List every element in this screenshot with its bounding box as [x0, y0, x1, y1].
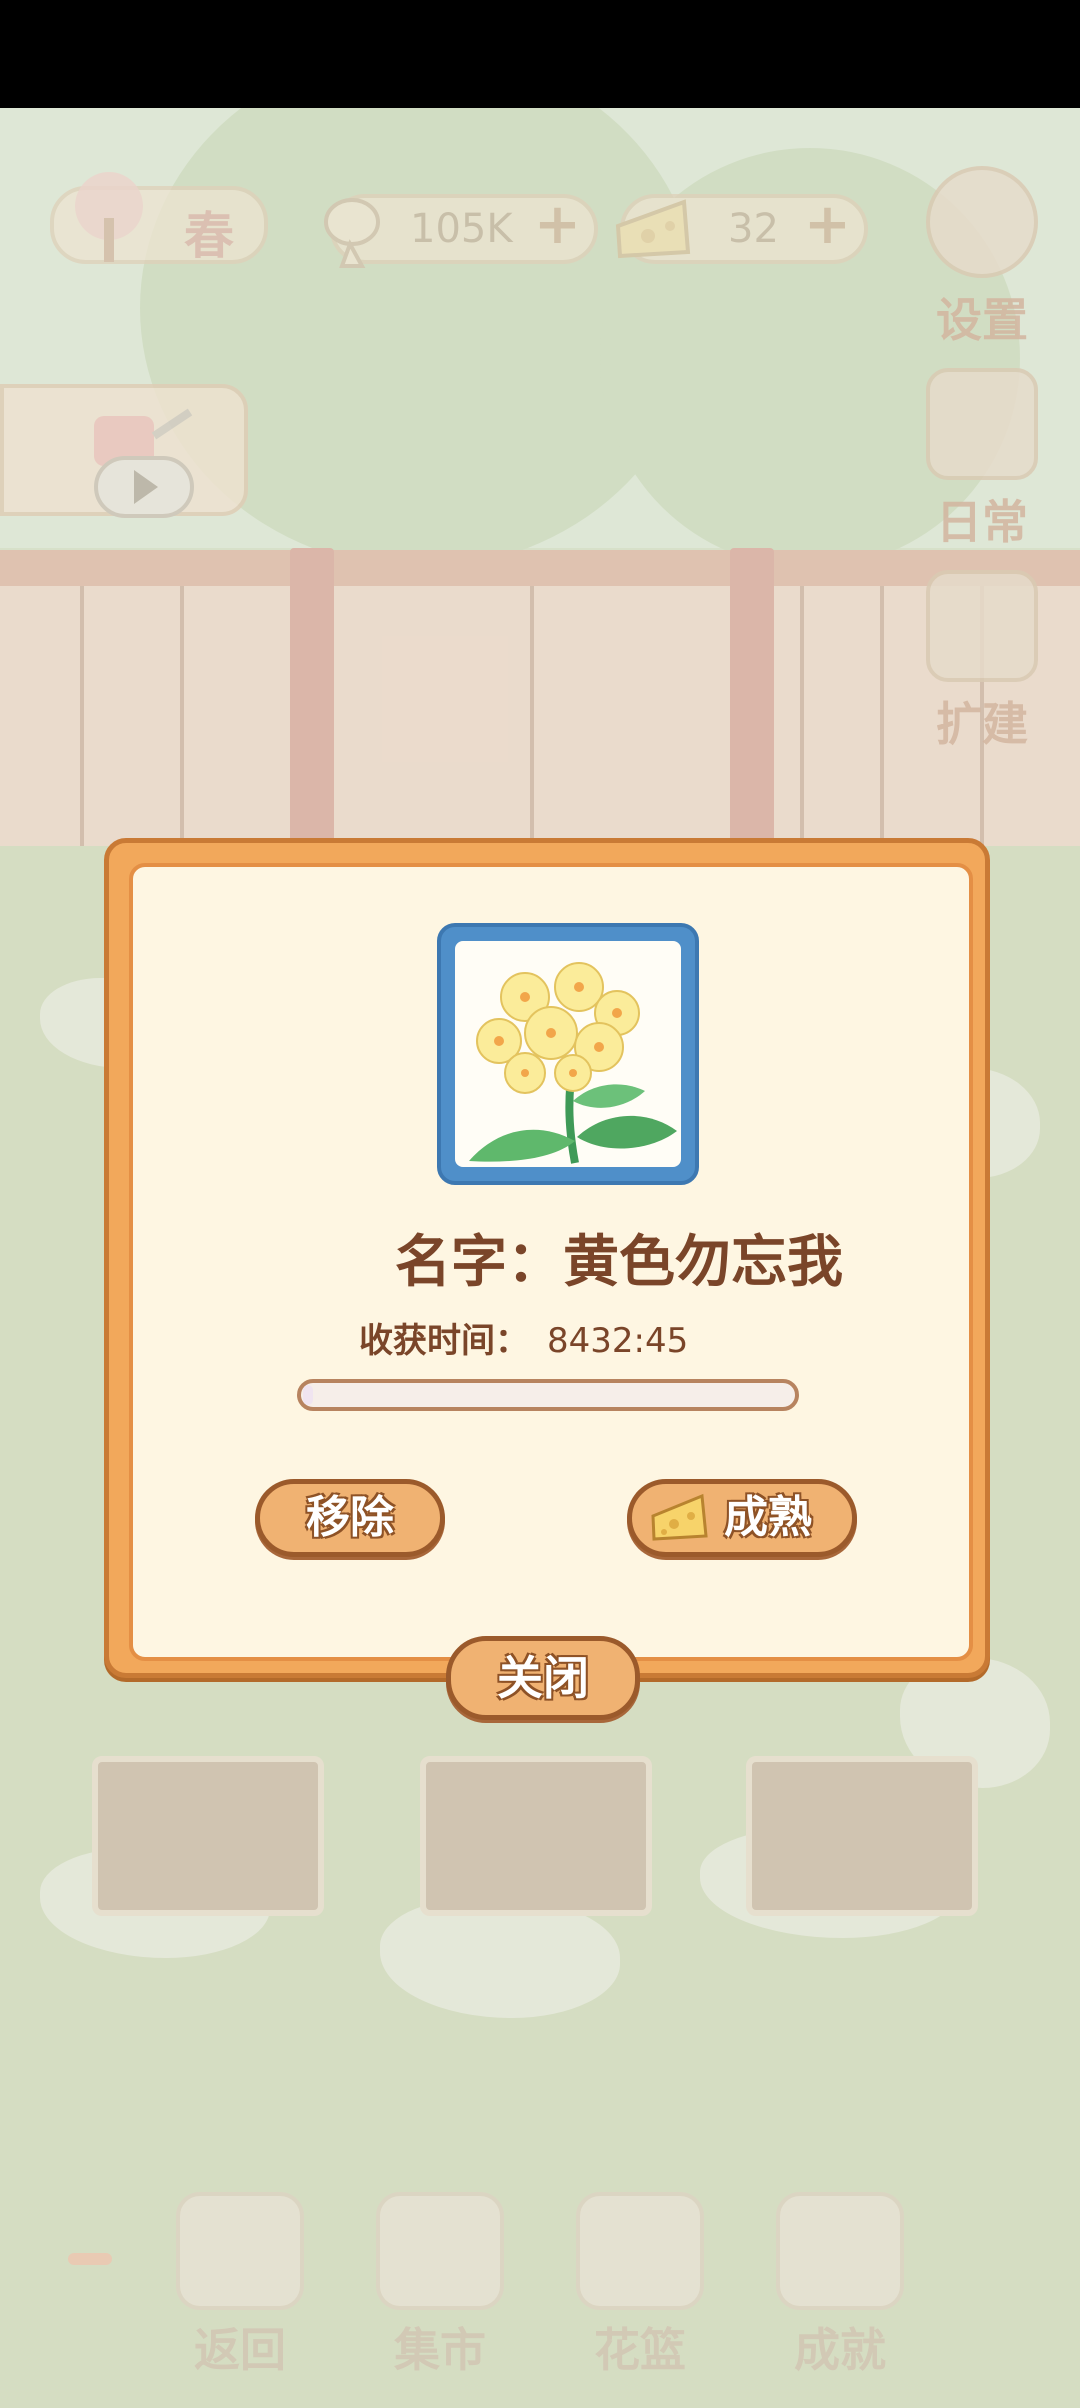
plant-image-frame [437, 923, 699, 1185]
close-button[interactable]: 关闭 [446, 1636, 640, 1720]
dialog-panel: 名字：黄色勿忘我 收获时间： 8432:45 移除 成熟 [129, 863, 973, 1661]
plant-name: 名字：黄色勿忘我 [395, 1230, 843, 1295]
plant-info-dialog: 名字：黄色勿忘我 收获时间： 8432:45 移除 成熟 [104, 838, 990, 1678]
harvest-time-label: 收获时间： [359, 1321, 529, 1361]
harvest-time-row: 收获时间： 8432:45 [359, 1313, 688, 1362]
cheese-icon [650, 1492, 710, 1542]
ripen-label: 成熟 [724, 1492, 812, 1543]
harvest-time-value: 8432:45 [547, 1321, 689, 1361]
growth-progress-fill [303, 1385, 313, 1405]
plant-image [455, 941, 681, 1167]
ripen-button[interactable]: 成熟 [627, 1479, 857, 1557]
status-bar [0, 0, 1080, 108]
growth-progress-bar [297, 1379, 799, 1411]
forget-me-not-flower [469, 962, 677, 1164]
remove-button[interactable]: 移除 [255, 1479, 445, 1557]
